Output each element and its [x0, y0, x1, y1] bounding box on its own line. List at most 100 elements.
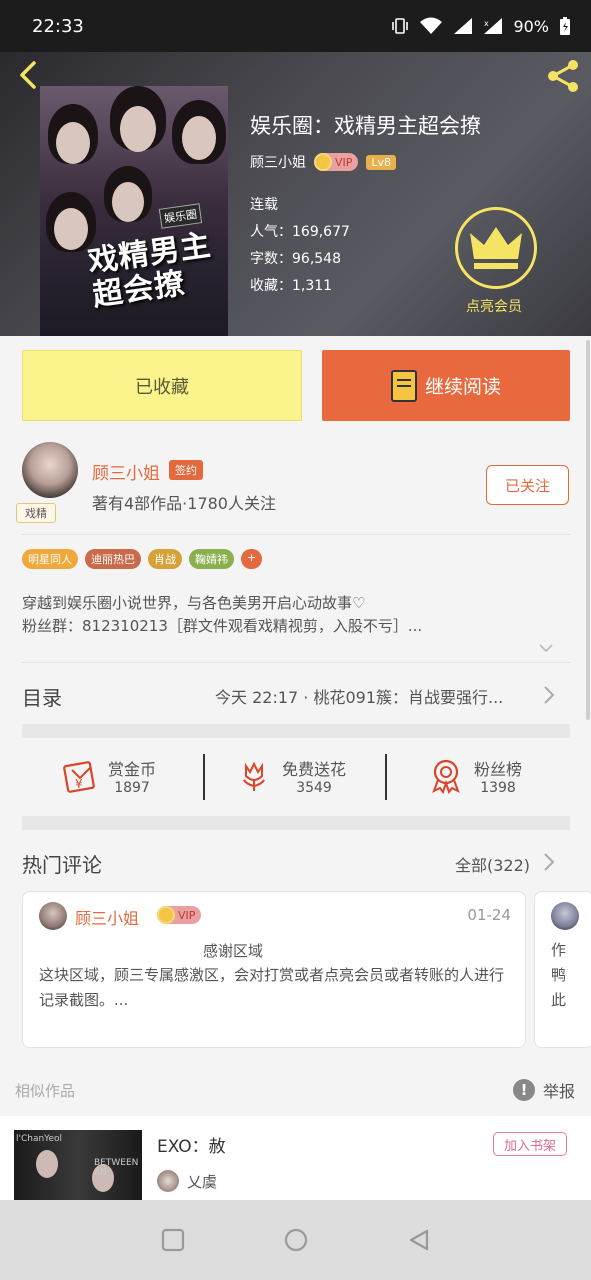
divider — [22, 534, 570, 535]
crown-icon — [470, 227, 522, 269]
stat-label: 粉丝榜 — [474, 760, 523, 779]
medal-icon — [432, 759, 460, 794]
tag-list: 明星同人 迪丽热巴 肖战 鞠婧祎 + — [22, 549, 263, 569]
vip-member-label[interactable]: 点亮会员 — [466, 296, 522, 316]
similar-book-author[interactable]: 乂虞 — [157, 1170, 217, 1192]
stat-value: 3549 — [296, 780, 332, 796]
cover-text: l'ChanYeol — [16, 1134, 63, 1144]
vip-badge: VIP — [314, 153, 359, 171]
comment-avatar[interactable] — [551, 902, 579, 930]
signal-icon — [454, 18, 473, 34]
book-icon — [390, 369, 417, 402]
report-label: 举报 — [543, 1082, 576, 1101]
book-description[interactable]: 穿越到娱乐圈小说世界，与各色美男开启心动故事♡ 粉丝群：812310213［群文… — [22, 592, 570, 638]
comment-avatar[interactable] — [39, 902, 67, 930]
red-envelope-icon: ¥ — [63, 761, 95, 793]
toc-label[interactable]: 目录 — [22, 682, 62, 711]
author-block-name[interactable]: 顾三小姐 — [92, 459, 160, 484]
similar-book-cover[interactable]: l'ChanYeol BETWEEN AN — [14, 1130, 142, 1200]
book-meta: 连载 人气：169,677 字数：96,548 收藏：1,311 — [250, 192, 350, 300]
all-comments-link[interactable]: 全部(322) — [455, 852, 530, 876]
similar-book-title[interactable]: EXO：赦 — [157, 1132, 226, 1157]
book-favorites: 收藏：1,311 — [250, 278, 333, 294]
book-cover[interactable]: 娱乐圈 戏精男主超会撩 — [40, 86, 228, 336]
avatar — [157, 1170, 179, 1192]
stat-value: 1897 — [114, 780, 150, 796]
vip-coin-icon — [314, 153, 332, 171]
description-line: 粉丝群：812310213［群文件观看戏精视剪，入股不亏］... — [22, 617, 423, 635]
status-bar: 22:33 x 90% — [0, 0, 591, 52]
add-to-shelf-button[interactable]: 加入书架 — [493, 1132, 567, 1156]
book-title: 娱乐圈：戏精男主超会撩 — [250, 114, 481, 138]
recents-icon[interactable] — [161, 1228, 185, 1252]
tag-item[interactable]: 迪丽热巴 — [85, 549, 141, 569]
comment-body: 这块区域，顾三专属感激区，会对打赏或者点亮会员或者转账的人进行记录截图。... — [39, 966, 505, 1009]
toc-latest-chapter[interactable]: 今天 22:17 · 桃花091簇：肖战要强行... — [215, 684, 503, 708]
divider — [22, 662, 570, 663]
comment-card[interactable]: 顾三小姐 VIP 01-24 感谢区域 这块区域，顾三专属感激区，会对打赏或者点… — [22, 891, 526, 1048]
book-popularity: 人气：169,677 — [250, 224, 350, 240]
status-icons: x 90% — [391, 16, 571, 36]
wifi-icon — [420, 17, 443, 34]
stat-label: 免费送花 — [282, 760, 347, 779]
author-avatar[interactable] — [22, 442, 78, 498]
book-status: 连载 — [250, 197, 278, 213]
comment-author[interactable]: 顾三小姐 — [75, 905, 139, 929]
section-separator — [22, 816, 570, 830]
author-stats: 著有4部作品·1780人关注 — [92, 494, 276, 513]
continue-reading-label: 继续阅读 — [424, 376, 501, 398]
report-button[interactable]: ! 举报 — [513, 1078, 575, 1102]
vip-coin-icon — [157, 906, 175, 924]
continue-reading-button[interactable]: 继续阅读 — [322, 350, 570, 421]
follow-button[interactable]: 已关注 — [486, 465, 569, 505]
divider — [385, 754, 387, 800]
description-line: 穿越到娱乐圈小说世界，与各色美男开启心动故事♡ — [22, 594, 366, 612]
tag-item[interactable]: 明星同人 — [22, 549, 78, 569]
similar-book-item[interactable]: l'ChanYeol BETWEEN AN EXO：赦 乂虞 加入书架 — [0, 1116, 591, 1200]
vip-label: VIP — [178, 908, 196, 922]
comment-title: 感谢区域 — [203, 942, 264, 960]
status-time: 22:33 — [32, 15, 84, 37]
cover-text: BETWEEN AN — [94, 1158, 139, 1178]
cover-badge: 娱乐圈 — [158, 203, 203, 229]
author-tag: 戏精 — [16, 503, 56, 523]
fan-rank-button[interactable]: 粉丝榜 1398 — [428, 756, 522, 796]
share-icon[interactable] — [545, 58, 581, 94]
svg-text:¥: ¥ — [75, 777, 83, 791]
signed-badge: 签约 — [169, 460, 203, 480]
level-badge: Lv8 — [366, 154, 397, 170]
book-word-count: 字数：96,548 — [250, 251, 341, 267]
author-name: 乂虞 — [187, 1172, 218, 1191]
alert-icon: ! — [513, 1079, 535, 1101]
tag-item[interactable]: 肖战 — [148, 549, 182, 569]
battery-percent: 90% — [513, 16, 549, 36]
cover-title: 戏精男主超会撩 — [85, 227, 214, 314]
stat-value: 1398 — [480, 780, 516, 796]
back-icon[interactable] — [407, 1228, 431, 1252]
vip-member-button[interactable] — [455, 207, 537, 289]
section-separator — [22, 724, 570, 738]
comment-body: 作鸭此 — [551, 941, 567, 1009]
comment-card[interactable]: 作鸭此 — [534, 891, 591, 1048]
book-header: 娱乐圈 戏精男主超会撩 娱乐圈：戏精男主超会撩 顾三小姐 VIP Lv8 连载 … — [0, 52, 591, 336]
chevron-right-icon[interactable] — [542, 852, 556, 872]
scrollbar[interactable] — [586, 340, 590, 720]
add-tag-button[interactable]: + — [241, 549, 263, 569]
tag-item[interactable]: 鞠婧祎 — [189, 549, 234, 569]
chevron-down-icon[interactable] — [538, 640, 554, 656]
hot-comments-label: 热门评论 — [22, 853, 102, 877]
author-line: 顾三小姐 VIP Lv8 — [250, 152, 397, 172]
stat-label: 赏金币 — [108, 760, 157, 779]
send-flower-button[interactable]: 免费送花 3549 — [236, 756, 346, 796]
author-name[interactable]: 顾三小姐 — [250, 152, 306, 172]
vip-badge: VIP — [157, 906, 202, 924]
system-nav-bar — [0, 1200, 591, 1280]
signal-x-icon: x — [484, 18, 503, 34]
home-icon[interactable] — [283, 1227, 309, 1253]
collected-button[interactable]: 已收藏 — [22, 350, 302, 421]
reward-coins-button[interactable]: ¥ 赏金币 1897 — [62, 756, 156, 796]
flower-icon — [243, 761, 265, 791]
svg-text:x: x — [484, 19, 489, 28]
chevron-right-icon[interactable] — [542, 685, 556, 705]
divider — [203, 754, 205, 800]
